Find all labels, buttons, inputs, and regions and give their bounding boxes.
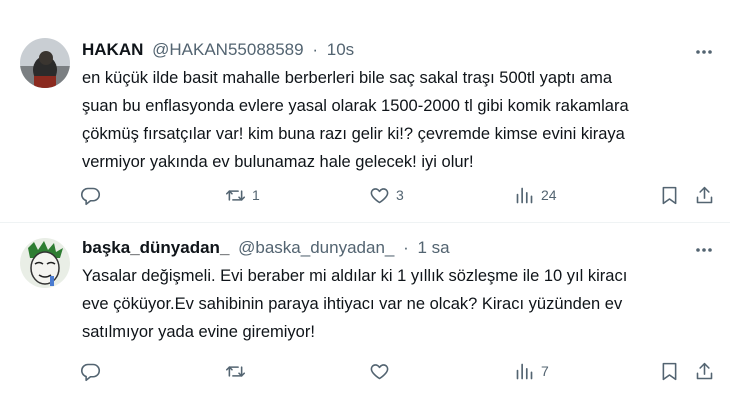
views-icon (514, 185, 535, 206)
avatar[interactable] (20, 38, 70, 88)
bookmark-icon (659, 185, 680, 206)
separator-dot: · (312, 40, 318, 59)
tweet[interactable]: başka_dünyadan_ @baska_dunyadan_ · 1 sa … (0, 222, 730, 420)
tweet-text-line: çökmüş fırsatçılar var! kim buna razı ge… (82, 125, 625, 143)
like-button[interactable] (369, 356, 390, 386)
views-button[interactable]: 7 (514, 356, 549, 386)
user-handle[interactable]: @HAKAN55088589 (152, 40, 303, 59)
share-button[interactable] (694, 180, 715, 210)
action-bar: 1 3 24 (0, 180, 730, 210)
timestamp[interactable]: 1 sa (418, 238, 450, 257)
share-icon (694, 185, 715, 206)
share-button[interactable] (694, 356, 715, 386)
retweet-icon (225, 361, 246, 382)
more-icon[interactable] (694, 240, 714, 260)
views-count: 7 (541, 363, 549, 379)
views-count: 24 (541, 187, 557, 203)
like-count: 3 (396, 187, 404, 203)
tweet-text: en küçük ilde basit mahalle berberleri b… (82, 64, 722, 176)
bookmark-button[interactable] (659, 180, 680, 210)
views-icon (514, 361, 535, 382)
avatar[interactable] (20, 238, 70, 288)
share-icon (694, 361, 715, 382)
retweet-button[interactable]: 1 (225, 180, 260, 210)
tweet-text-line: Yasalar değişmeli. Evi beraber mi aldıla… (82, 267, 628, 285)
tweet-text-line: en küçük ilde basit mahalle berberleri b… (82, 69, 613, 87)
heart-icon (369, 361, 390, 382)
tweet[interactable]: HAKAN @HAKAN55088589 · 10s en küçük ilde… (0, 0, 730, 222)
bookmark-icon (659, 361, 680, 382)
like-button[interactable]: 3 (369, 180, 404, 210)
reply-icon (80, 361, 101, 382)
more-icon[interactable] (694, 42, 714, 62)
tweet-header: başka_dünyadan_ @baska_dunyadan_ · 1 sa (82, 236, 450, 260)
reply-button[interactable] (80, 356, 101, 386)
display-name[interactable]: başka_dünyadan_ (82, 238, 229, 257)
reply-icon (80, 185, 101, 206)
heart-icon (369, 185, 390, 206)
retweet-icon (225, 185, 246, 206)
tweet-text-line: şuan bu enflasyonda evlere yasal olarak … (82, 97, 629, 115)
retweet-button[interactable] (225, 356, 246, 386)
tweet-text-line: satılmıyor yada evine giremiyor! (82, 323, 315, 341)
timestamp[interactable]: 10s (327, 40, 354, 59)
bookmark-button[interactable] (659, 356, 680, 386)
tweet-text-line: vermiyor yakında ev bulunamaz hale gelec… (82, 153, 474, 171)
display-name[interactable]: HAKAN (82, 40, 143, 59)
separator-dot: · (403, 238, 409, 257)
tweet-text: Yasalar değişmeli. Evi beraber mi aldıla… (82, 262, 722, 346)
action-bar: 7 (0, 356, 730, 386)
retweet-count: 1 (252, 187, 260, 203)
tweet-header: HAKAN @HAKAN55088589 · 10s (82, 38, 354, 62)
views-button[interactable]: 24 (514, 180, 557, 210)
reply-button[interactable] (80, 180, 101, 210)
tweet-text-line: eve çöküyor.Ev sahibinin paraya ihtiyacı… (82, 295, 623, 313)
user-handle[interactable]: @baska_dunyadan_ (238, 238, 394, 257)
